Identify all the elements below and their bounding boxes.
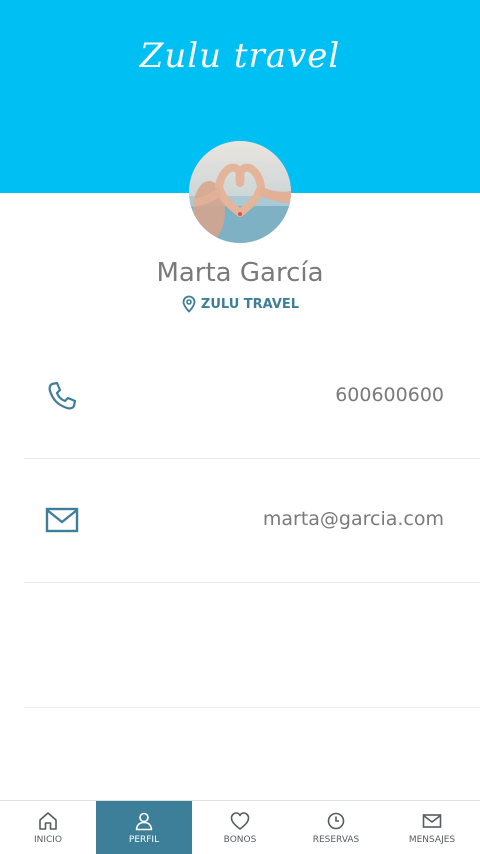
tab-perfil[interactable]: PERFIL <box>96 801 192 854</box>
brand-logo-text: Zulu travel <box>139 36 341 76</box>
mail-icon <box>45 507 79 533</box>
mail-icon <box>422 814 442 828</box>
tab-bonos[interactable]: BONOS <box>192 801 288 854</box>
tab-label: RESERVAS <box>312 835 360 845</box>
phone-value[interactable]: 600600600 <box>335 384 444 406</box>
tab-label: MENSAJES <box>408 835 456 845</box>
company-name: ZULU TRAVEL <box>200 296 300 312</box>
tab-mensajes[interactable]: MENSAJES <box>384 801 480 854</box>
tab-reservas[interactable]: RESERVAS <box>288 801 384 854</box>
email-value[interactable]: marta@garcia.com <box>263 508 444 530</box>
tab-label: BONOS <box>223 835 257 845</box>
location-pin-icon <box>182 295 196 313</box>
tab-inicio[interactable]: INICIO <box>0 801 96 854</box>
profile-name: Marta García <box>156 258 324 288</box>
company-label: ZULU TRAVEL <box>0 295 480 313</box>
tab-label: INICIO <box>33 835 63 845</box>
profile-screen: Zulu travel Marta García ZULU TRAVEL 600… <box>0 0 480 854</box>
tab-label: PERFIL <box>128 835 160 845</box>
bottom-tab-bar: INICIO PERFIL BONOS RESERVAS MENSAJES <box>0 800 480 854</box>
phone-icon <box>48 381 77 410</box>
user-icon <box>135 812 153 831</box>
avatar[interactable] <box>189 141 291 243</box>
empty-row <box>24 583 480 708</box>
phone-row[interactable]: 600600600 <box>24 334 480 459</box>
email-row[interactable]: marta@garcia.com <box>24 458 480 583</box>
clock-icon <box>327 812 345 830</box>
heart-icon <box>230 812 250 830</box>
avatar-photo <box>189 141 291 243</box>
home-icon <box>39 812 57 830</box>
